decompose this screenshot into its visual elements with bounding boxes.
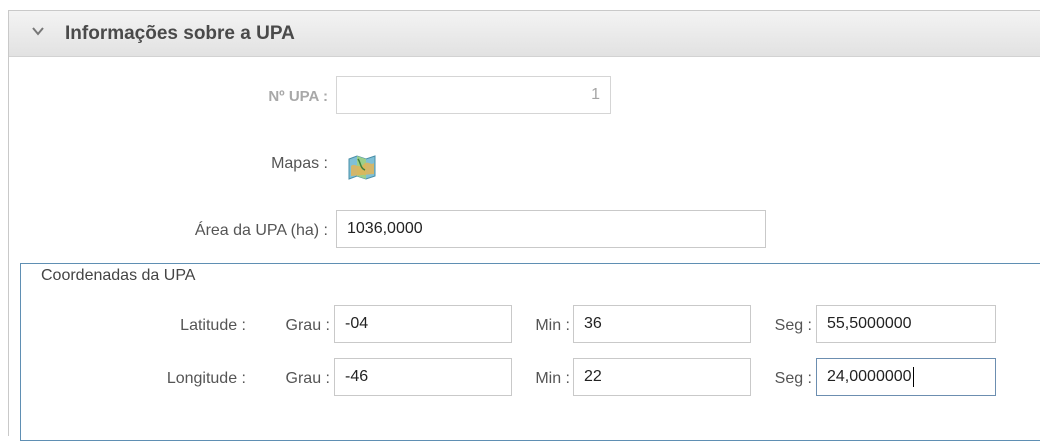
maps-label: Mapas : [271,155,328,172]
coordinates-fieldset [20,263,1040,441]
longitude-min-value: 22 [584,368,602,385]
chevron-down-icon[interactable] [31,24,45,38]
longitude-grau-label: Grau : [285,370,330,387]
latitude-min-label: Min : [535,317,570,334]
longitude-grau-field[interactable]: -46 [334,358,512,396]
longitude-seg-label: Seg : [774,370,812,387]
longitude-min-field[interactable]: 22 [573,358,751,396]
longitude-grau-value: -46 [345,368,369,385]
latitude-label: Latitude : [180,317,246,334]
longitude-min-label: Min : [535,370,570,387]
map-icon[interactable] [346,150,378,182]
latitude-seg-field[interactable]: 55,5000000 [816,305,996,343]
text-caret [912,367,914,387]
longitude-label: Longitude : [166,370,246,387]
longitude-seg-value: 24,0000000 [827,368,912,385]
longitude-seg-field[interactable]: 24,0000000 [816,358,996,396]
area-value: 1036,0000 [347,220,423,237]
upa-number-label: Nº UPA : [268,88,328,105]
latitude-grau-field[interactable]: -04 [334,305,512,343]
latitude-seg-label: Seg : [774,317,812,334]
section-title: Informações sobre a UPA [65,23,295,44]
latitude-grau-label: Grau : [285,317,330,334]
area-label: Área da UPA (ha) : [194,222,328,239]
latitude-grau-value: -04 [345,315,369,332]
area-field[interactable]: 1036,0000 [336,210,766,248]
latitude-seg-value: 55,5000000 [827,315,912,332]
coordinates-legend: Coordenadas da UPA [35,267,202,285]
upa-number-field: 1 [336,76,611,114]
upa-number-value: 1 [591,86,600,103]
latitude-min-field[interactable]: 36 [573,305,751,343]
latitude-min-value: 36 [584,315,602,332]
section-header[interactable]: Informações sobre a UPA [9,11,1040,57]
